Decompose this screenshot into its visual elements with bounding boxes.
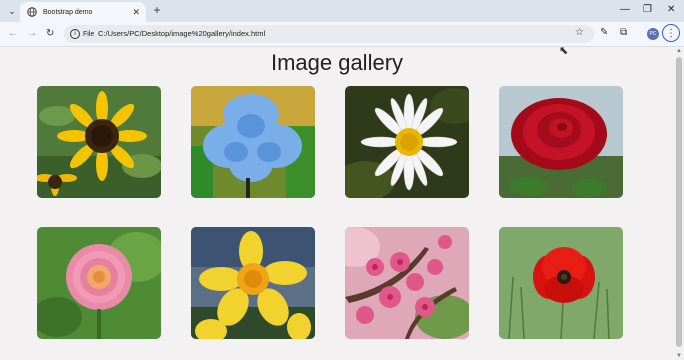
- blue-iris-image: [191, 86, 315, 198]
- kebab-menu-icon[interactable]: ⋮: [662, 24, 680, 42]
- avatar[interactable]: PC: [647, 28, 659, 40]
- page-title: Image gallery: [270, 50, 404, 75]
- pink-peach-blossom-image: [345, 227, 469, 339]
- red-rose-image: [499, 86, 623, 198]
- scrollbar-thumb[interactable]: [676, 57, 682, 347]
- star-icon[interactable]: ☆: [575, 27, 584, 38]
- tab-search-button[interactable]: ⌄: [4, 3, 20, 19]
- globe-icon: [27, 7, 37, 17]
- info-icon: i: [70, 29, 80, 39]
- puzzle-icon[interactable]: ⧉: [620, 27, 627, 38]
- tab-strip: ⌄ Bootstrap demo ✕ + — ❐ ✕: [0, 0, 684, 22]
- new-tab-button[interactable]: +: [150, 3, 164, 17]
- vertical-scrollbar[interactable]: ▲ ▼: [674, 47, 684, 360]
- browser-toolbar: ← → ↻ i File C:/Users/PC/Desktop/image%2…: [0, 22, 684, 47]
- close-window-icon[interactable]: ✕: [667, 4, 675, 15]
- forward-arrow-icon[interactable]: →: [27, 28, 37, 39]
- url-text[interactable]: C:/Users/PC/Desktop/image%20gallery/inde…: [98, 29, 265, 38]
- mouse-cursor-icon: ⬉: [559, 45, 569, 57]
- pen-icon[interactable]: ✎: [600, 27, 608, 38]
- tab-title: Bootstrap demo: [43, 8, 93, 16]
- scroll-up-icon[interactable]: ▲: [676, 48, 682, 54]
- reload-icon[interactable]: ↻: [46, 28, 54, 39]
- site-info-chip[interactable]: i File: [70, 28, 94, 40]
- back-arrow-icon[interactable]: ←: [8, 28, 18, 39]
- tab-bootstrap-demo[interactable]: Bootstrap demo ✕: [20, 2, 146, 22]
- minimize-icon[interactable]: —: [620, 4, 630, 15]
- site-info-label: File: [83, 30, 95, 38]
- page-viewport: Image gallery: [0, 47, 674, 360]
- sunflower-image: [37, 86, 161, 198]
- red-poppy-image: [499, 227, 623, 339]
- pink-dahlia-image: [37, 227, 161, 339]
- yellow-daffodil-image: [191, 227, 315, 339]
- close-tab-icon[interactable]: ✕: [132, 7, 140, 18]
- address-bar[interactable]: i File C:/Users/PC/Desktop/image%20galle…: [64, 25, 594, 43]
- restore-icon[interactable]: ❐: [643, 4, 652, 15]
- white-daisy-image: [345, 86, 469, 198]
- scroll-down-icon[interactable]: ▼: [676, 353, 682, 359]
